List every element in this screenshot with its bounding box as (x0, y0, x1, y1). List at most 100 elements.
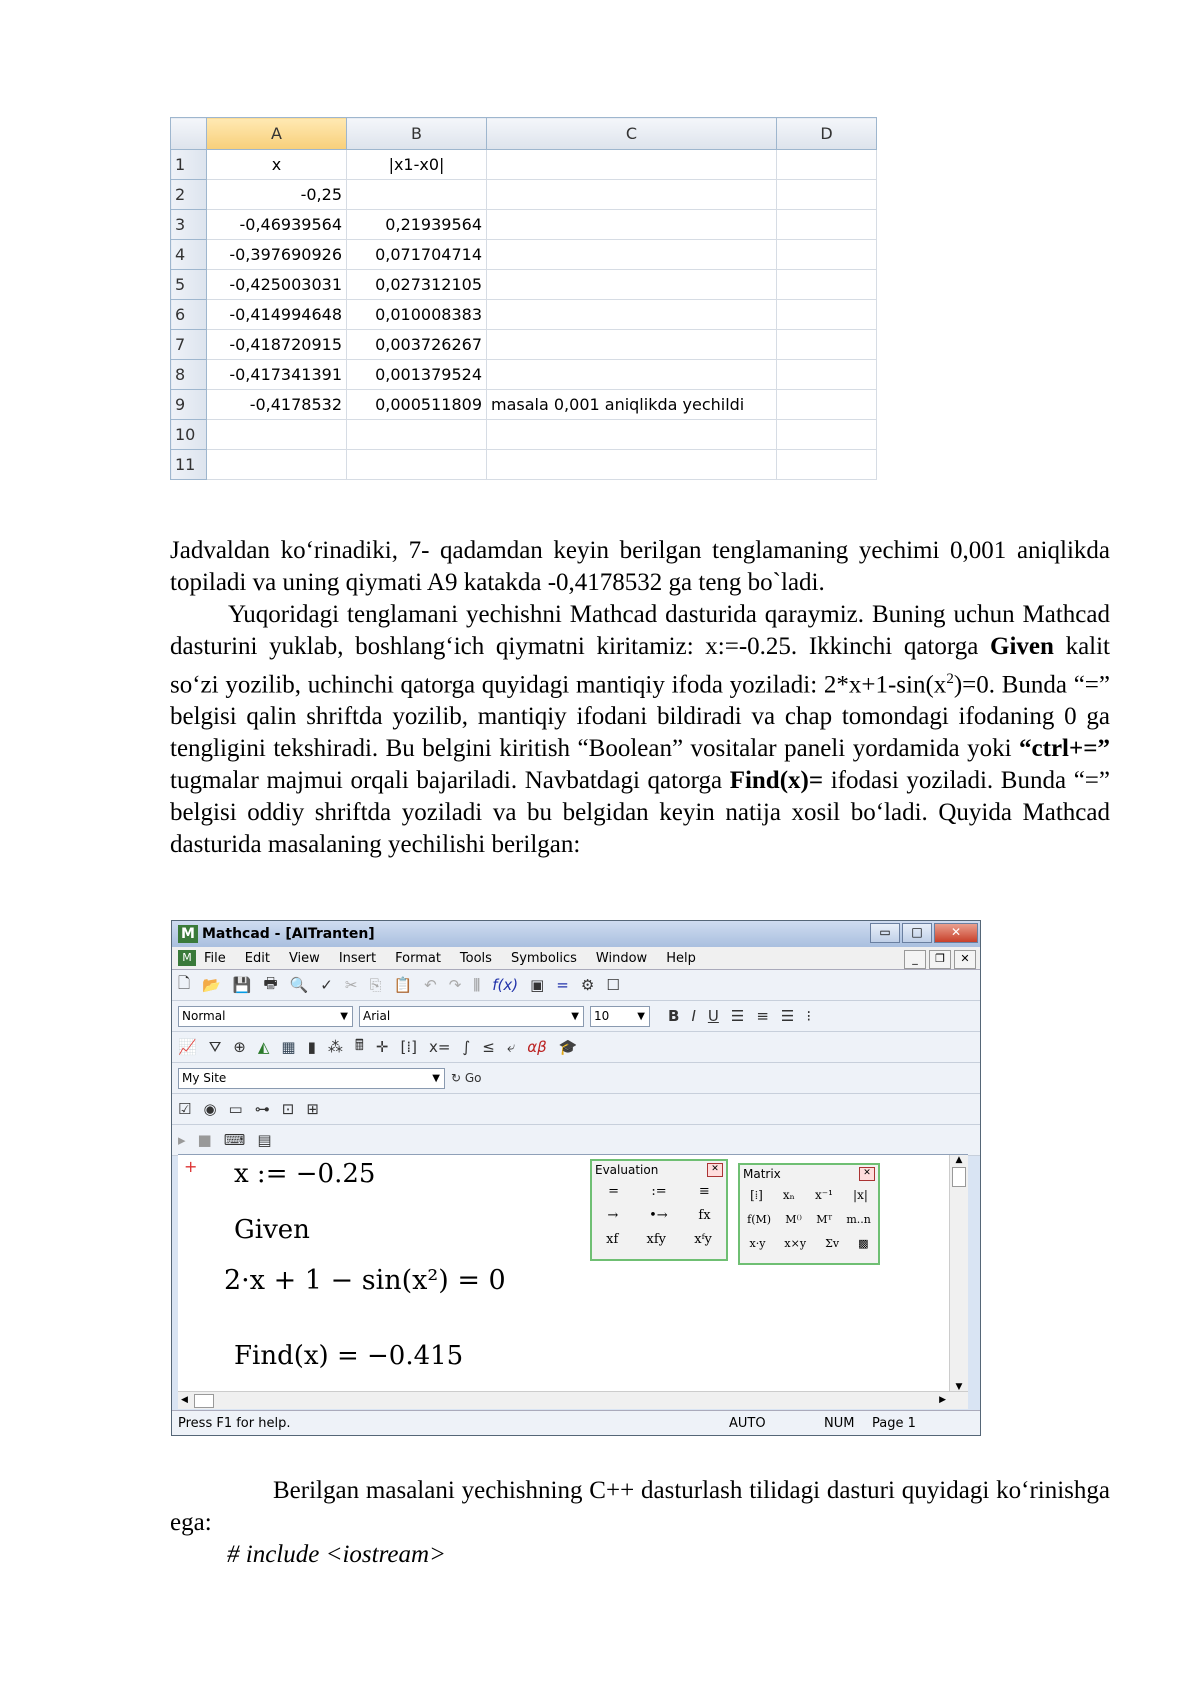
scroll-right-icon[interactable]: ▶ (939, 1395, 946, 1405)
cell-c[interactable] (486, 299, 777, 330)
component-icon[interactable]: ☐ (606, 976, 619, 994)
maximize-button[interactable]: □ (902, 923, 932, 943)
cell-d[interactable] (776, 329, 877, 360)
calculator-icon[interactable]: 🖩 (355, 1035, 364, 1060)
cell-c[interactable] (486, 239, 777, 270)
eval-symbolic-button[interactable]: → (607, 1208, 618, 1223)
scroll-thumb[interactable] (952, 1167, 966, 1187)
cell-b[interactable]: 0,003726267 (346, 329, 487, 360)
cut-icon[interactable]: ✂ (345, 976, 358, 994)
slider-control-icon[interactable]: ⊶ (255, 1100, 270, 1118)
cell-a[interactable]: -0,397690926 (206, 239, 347, 270)
close-button[interactable]: ✕ (934, 923, 978, 943)
cell-b[interactable]: 0,000511809 (346, 389, 487, 420)
cell-b[interactable]: 0,21939564 (346, 209, 487, 240)
horizontal-scrollbar[interactable]: ◀ ▶ (178, 1391, 968, 1409)
cell-c[interactable] (486, 269, 777, 300)
menu-window[interactable]: Window (596, 951, 647, 966)
font-combo[interactable]: Arial ▼ (359, 1005, 584, 1027)
underline-icon[interactable]: U (708, 1007, 719, 1025)
palette-close-icon[interactable]: ✕ (707, 1163, 723, 1177)
cell-a[interactable]: -0,425003031 (206, 269, 347, 300)
cell-b[interactable]: 0,010008383 (346, 299, 487, 330)
eval-equals-button[interactable]: = (608, 1184, 619, 1199)
cell-a[interactable]: -0,418720915 (206, 329, 347, 360)
cell-c[interactable] (486, 209, 777, 240)
range-button[interactable]: m..n (846, 1213, 871, 1226)
checkbox-control-icon[interactable]: ☑ (178, 1100, 191, 1118)
row-header[interactable]: 8 (170, 359, 207, 390)
cell-a[interactable]: -0,4178532 (206, 389, 347, 420)
column-header-d[interactable]: D (776, 117, 877, 150)
row-header[interactable]: 1 (170, 149, 207, 180)
cell-d[interactable] (776, 149, 877, 180)
cell-d[interactable] (776, 239, 877, 270)
button-control-icon[interactable]: ▭ (229, 1100, 243, 1118)
align-left-icon[interactable]: ☰ (731, 1007, 744, 1025)
bold-icon[interactable]: B (668, 1007, 679, 1025)
row-header[interactable]: 11 (170, 449, 207, 480)
italic-icon[interactable]: I (691, 1007, 695, 1025)
assign-x-expression[interactable]: x := −0.25 (234, 1159, 375, 1189)
transpose-button[interactable]: Mᵀ (816, 1213, 832, 1226)
site-combo[interactable]: My Site ▼ (178, 1067, 445, 1089)
eval-global-button[interactable]: ≡ (699, 1184, 710, 1199)
style-combo[interactable]: Normal ▼ (178, 1005, 353, 1027)
spell-check-icon[interactable]: ✓ (320, 976, 333, 994)
align-center-icon[interactable]: ≡ (756, 1007, 769, 1025)
doc-close-button[interactable]: ✕ (954, 950, 976, 969)
row-header[interactable]: 9 (170, 389, 207, 420)
select-all-corner[interactable] (170, 117, 207, 150)
column-header-a[interactable]: A (206, 117, 347, 150)
determinant-button[interactable]: |x| (853, 1188, 868, 1202)
cell-b[interactable]: |x1-x0| (346, 149, 487, 180)
menu-insert[interactable]: Insert (339, 951, 376, 966)
bullets-icon[interactable]: ⁝ (806, 1007, 811, 1025)
stop-icon[interactable]: ■ (198, 1131, 212, 1149)
given-keyword[interactable]: Given (234, 1215, 310, 1245)
vertical-scrollbar[interactable]: ▲ ▼ (949, 1155, 968, 1392)
cell-d[interactable] (776, 209, 877, 240)
menu-edit[interactable]: Edit (245, 951, 270, 966)
row-header[interactable]: 4 (170, 239, 207, 270)
cell-c[interactable] (486, 359, 777, 390)
cell-d[interactable] (776, 299, 877, 330)
menu-view[interactable]: View (289, 951, 320, 966)
scroll-up-icon[interactable]: ▲ (950, 1155, 968, 1165)
boolean-palette-icon[interactable]: ≤ (482, 1038, 495, 1056)
resources-icon[interactable]: ⚙ (581, 976, 594, 994)
palette-close-icon[interactable]: ✕ (859, 1167, 875, 1181)
align-icon[interactable]: ⫼ (473, 976, 480, 994)
plot-3d-icon[interactable]: ⛛ (209, 1038, 222, 1056)
radio-control-icon[interactable]: ◉ (203, 1100, 216, 1118)
dot-product-button[interactable]: x·y (750, 1237, 766, 1250)
align-right-icon[interactable]: ☰ (781, 1007, 794, 1025)
column-header-c[interactable]: C (486, 117, 777, 150)
cell-a[interactable] (206, 419, 347, 450)
cell-b[interactable] (346, 449, 487, 480)
listbox-control-icon[interactable]: ⊞ (306, 1100, 319, 1118)
debug-window-icon[interactable]: ▤ (257, 1131, 271, 1149)
matrix-palette-icon[interactable]: [⁞] (400, 1038, 416, 1056)
cell-d[interactable] (776, 269, 877, 300)
textbox-control-icon[interactable]: ⊡ (282, 1100, 295, 1118)
row-header[interactable]: 7 (170, 329, 207, 360)
worksheet[interactable]: + x := −0.25 Given 2·x + 1 − sin(x²) = 0… (178, 1154, 968, 1392)
cross-product-button[interactable]: x×y (784, 1237, 806, 1250)
print-preview-icon[interactable]: 🔍 (290, 976, 309, 994)
hscroll-thumb[interactable] (194, 1394, 214, 1408)
find-result[interactable]: Find(x) = −0.415 (234, 1341, 463, 1371)
cell-c[interactable]: masala 0,001 aniqlikda yechildi (486, 389, 777, 420)
cell-a[interactable]: -0,414994648 (206, 299, 347, 330)
font-size-combo[interactable]: 10 ▼ (590, 1005, 650, 1027)
eval-define-button[interactable]: := (651, 1184, 666, 1199)
open-folder-icon[interactable]: 📂 (202, 976, 221, 994)
row-header[interactable]: 10 (170, 419, 207, 450)
eval-infix-button[interactable]: xfy (647, 1232, 667, 1247)
print-icon[interactable]: 🖶 (263, 973, 277, 998)
constraint-equation[interactable]: 2·x + 1 − sin(x²) = 0 (224, 1265, 506, 1296)
eval-keyword-button[interactable]: •→ (649, 1208, 668, 1223)
polar-plot-icon[interactable]: ⊕ (233, 1038, 246, 1056)
play-icon[interactable]: ▸ (178, 1131, 186, 1149)
evaluation-palette-icon[interactable]: x= (429, 1038, 450, 1056)
